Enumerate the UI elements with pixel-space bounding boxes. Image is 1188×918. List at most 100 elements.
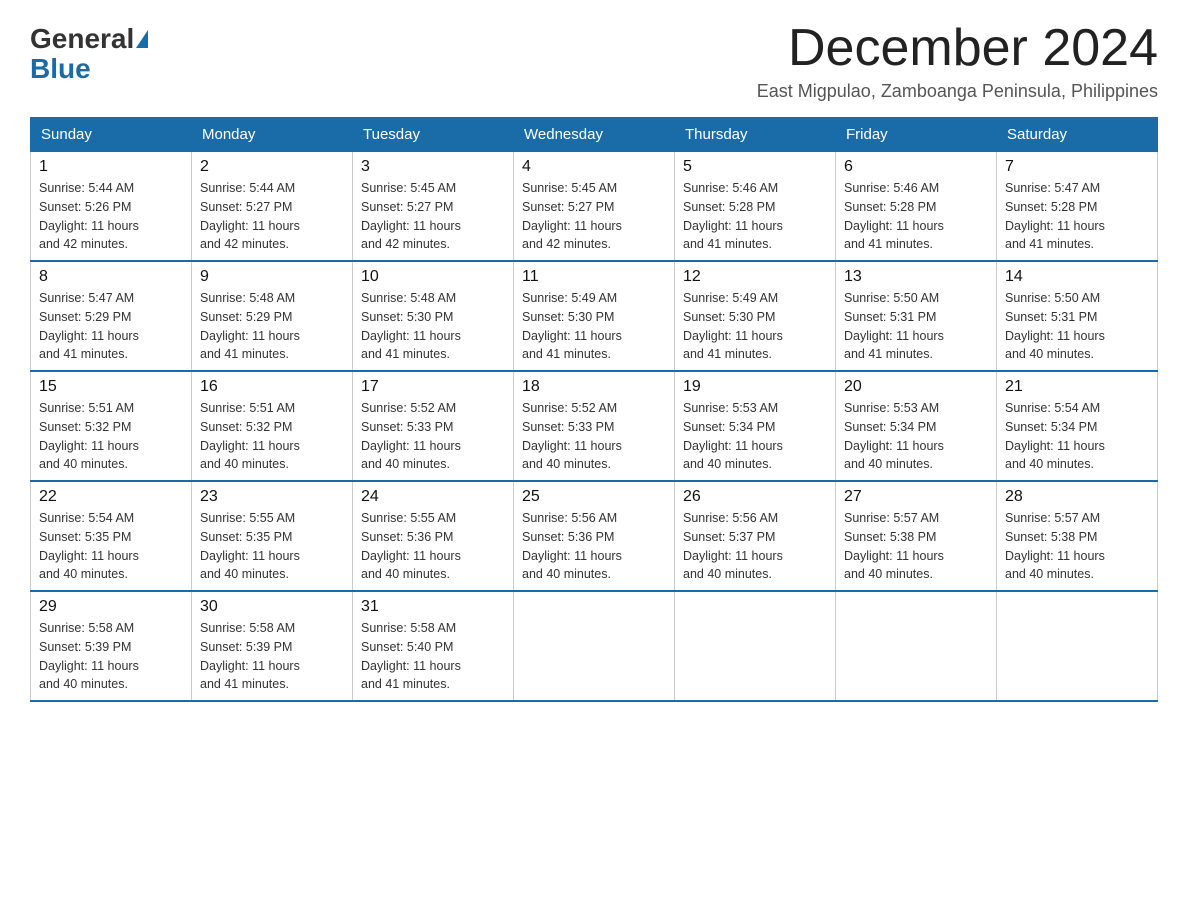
weekday-header-wednesday: Wednesday [514, 118, 675, 152]
calendar-cell: 4 Sunrise: 5:45 AMSunset: 5:27 PMDayligh… [514, 152, 675, 262]
weekday-header-row: SundayMondayTuesdayWednesdayThursdayFrid… [31, 118, 1158, 152]
day-info: Sunrise: 5:55 AMSunset: 5:35 PMDaylight:… [200, 511, 300, 581]
day-info: Sunrise: 5:45 AMSunset: 5:27 PMDaylight:… [361, 181, 461, 251]
day-number: 28 [1005, 488, 1149, 506]
day-number: 29 [39, 598, 183, 616]
calendar-cell: 29 Sunrise: 5:58 AMSunset: 5:39 PMDaylig… [31, 591, 192, 701]
calendar-week-row: 8 Sunrise: 5:47 AMSunset: 5:29 PMDayligh… [31, 261, 1158, 371]
calendar-cell: 2 Sunrise: 5:44 AMSunset: 5:27 PMDayligh… [192, 152, 353, 262]
calendar-cell: 30 Sunrise: 5:58 AMSunset: 5:39 PMDaylig… [192, 591, 353, 701]
calendar-cell [514, 591, 675, 701]
weekday-header-tuesday: Tuesday [353, 118, 514, 152]
day-number: 26 [683, 488, 827, 506]
day-number: 11 [522, 268, 666, 286]
day-number: 22 [39, 488, 183, 506]
calendar-week-row: 15 Sunrise: 5:51 AMSunset: 5:32 PMDaylig… [31, 371, 1158, 481]
day-number: 19 [683, 378, 827, 396]
day-info: Sunrise: 5:58 AMSunset: 5:40 PMDaylight:… [361, 621, 461, 691]
calendar-cell: 17 Sunrise: 5:52 AMSunset: 5:33 PMDaylig… [353, 371, 514, 481]
calendar-cell [997, 591, 1158, 701]
day-number: 21 [1005, 378, 1149, 396]
day-info: Sunrise: 5:56 AMSunset: 5:37 PMDaylight:… [683, 511, 783, 581]
day-info: Sunrise: 5:54 AMSunset: 5:34 PMDaylight:… [1005, 401, 1105, 471]
day-info: Sunrise: 5:48 AMSunset: 5:30 PMDaylight:… [361, 291, 461, 361]
calendar-cell: 11 Sunrise: 5:49 AMSunset: 5:30 PMDaylig… [514, 261, 675, 371]
day-number: 12 [683, 268, 827, 286]
day-info: Sunrise: 5:50 AMSunset: 5:31 PMDaylight:… [1005, 291, 1105, 361]
calendar-cell: 25 Sunrise: 5:56 AMSunset: 5:36 PMDaylig… [514, 481, 675, 591]
calendar-cell: 3 Sunrise: 5:45 AMSunset: 5:27 PMDayligh… [353, 152, 514, 262]
calendar-cell: 21 Sunrise: 5:54 AMSunset: 5:34 PMDaylig… [997, 371, 1158, 481]
day-number: 6 [844, 158, 988, 176]
calendar-cell: 7 Sunrise: 5:47 AMSunset: 5:28 PMDayligh… [997, 152, 1158, 262]
day-number: 18 [522, 378, 666, 396]
day-info: Sunrise: 5:49 AMSunset: 5:30 PMDaylight:… [522, 291, 622, 361]
day-number: 10 [361, 268, 505, 286]
day-info: Sunrise: 5:51 AMSunset: 5:32 PMDaylight:… [200, 401, 300, 471]
weekday-header-sunday: Sunday [31, 118, 192, 152]
day-info: Sunrise: 5:48 AMSunset: 5:29 PMDaylight:… [200, 291, 300, 361]
weekday-header-thursday: Thursday [675, 118, 836, 152]
day-info: Sunrise: 5:54 AMSunset: 5:35 PMDaylight:… [39, 511, 139, 581]
day-number: 4 [522, 158, 666, 176]
logo-general-text: General [30, 25, 134, 53]
calendar-cell: 10 Sunrise: 5:48 AMSunset: 5:30 PMDaylig… [353, 261, 514, 371]
calendar-cell: 18 Sunrise: 5:52 AMSunset: 5:33 PMDaylig… [514, 371, 675, 481]
day-number: 20 [844, 378, 988, 396]
day-info: Sunrise: 5:53 AMSunset: 5:34 PMDaylight:… [683, 401, 783, 471]
day-info: Sunrise: 5:56 AMSunset: 5:36 PMDaylight:… [522, 511, 622, 581]
day-info: Sunrise: 5:45 AMSunset: 5:27 PMDaylight:… [522, 181, 622, 251]
calendar-cell: 9 Sunrise: 5:48 AMSunset: 5:29 PMDayligh… [192, 261, 353, 371]
logo: General Blue [30, 20, 148, 83]
month-title: December 2024 [757, 20, 1158, 77]
day-number: 27 [844, 488, 988, 506]
day-number: 3 [361, 158, 505, 176]
calendar-cell: 1 Sunrise: 5:44 AMSunset: 5:26 PMDayligh… [31, 152, 192, 262]
day-number: 8 [39, 268, 183, 286]
day-number: 30 [200, 598, 344, 616]
day-number: 1 [39, 158, 183, 176]
calendar-cell: 5 Sunrise: 5:46 AMSunset: 5:28 PMDayligh… [675, 152, 836, 262]
calendar-cell: 20 Sunrise: 5:53 AMSunset: 5:34 PMDaylig… [836, 371, 997, 481]
day-info: Sunrise: 5:53 AMSunset: 5:34 PMDaylight:… [844, 401, 944, 471]
calendar-cell [675, 591, 836, 701]
day-number: 16 [200, 378, 344, 396]
day-info: Sunrise: 5:46 AMSunset: 5:28 PMDaylight:… [844, 181, 944, 251]
day-info: Sunrise: 5:52 AMSunset: 5:33 PMDaylight:… [361, 401, 461, 471]
calendar-cell [836, 591, 997, 701]
calendar-cell: 26 Sunrise: 5:56 AMSunset: 5:37 PMDaylig… [675, 481, 836, 591]
calendar-table: SundayMondayTuesdayWednesdayThursdayFrid… [30, 117, 1158, 702]
day-number: 14 [1005, 268, 1149, 286]
calendar-cell: 22 Sunrise: 5:54 AMSunset: 5:35 PMDaylig… [31, 481, 192, 591]
day-info: Sunrise: 5:58 AMSunset: 5:39 PMDaylight:… [200, 621, 300, 691]
calendar-cell: 14 Sunrise: 5:50 AMSunset: 5:31 PMDaylig… [997, 261, 1158, 371]
logo-arrow-icon [136, 30, 148, 48]
calendar-cell: 8 Sunrise: 5:47 AMSunset: 5:29 PMDayligh… [31, 261, 192, 371]
calendar-cell: 13 Sunrise: 5:50 AMSunset: 5:31 PMDaylig… [836, 261, 997, 371]
weekday-header-saturday: Saturday [997, 118, 1158, 152]
day-info: Sunrise: 5:58 AMSunset: 5:39 PMDaylight:… [39, 621, 139, 691]
day-number: 7 [1005, 158, 1149, 176]
calendar-cell: 12 Sunrise: 5:49 AMSunset: 5:30 PMDaylig… [675, 261, 836, 371]
day-info: Sunrise: 5:57 AMSunset: 5:38 PMDaylight:… [844, 511, 944, 581]
weekday-header-friday: Friday [836, 118, 997, 152]
day-number: 24 [361, 488, 505, 506]
day-info: Sunrise: 5:44 AMSunset: 5:26 PMDaylight:… [39, 181, 139, 251]
calendar-cell: 28 Sunrise: 5:57 AMSunset: 5:38 PMDaylig… [997, 481, 1158, 591]
day-info: Sunrise: 5:51 AMSunset: 5:32 PMDaylight:… [39, 401, 139, 471]
calendar-week-row: 1 Sunrise: 5:44 AMSunset: 5:26 PMDayligh… [31, 152, 1158, 262]
day-number: 13 [844, 268, 988, 286]
day-number: 23 [200, 488, 344, 506]
day-number: 31 [361, 598, 505, 616]
page-header: General Blue December 2024 East Migpulao… [30, 20, 1158, 102]
calendar-cell: 31 Sunrise: 5:58 AMSunset: 5:40 PMDaylig… [353, 591, 514, 701]
logo-blue-text: Blue [30, 55, 91, 83]
day-info: Sunrise: 5:52 AMSunset: 5:33 PMDaylight:… [522, 401, 622, 471]
day-number: 2 [200, 158, 344, 176]
weekday-header-monday: Monday [192, 118, 353, 152]
calendar-cell: 19 Sunrise: 5:53 AMSunset: 5:34 PMDaylig… [675, 371, 836, 481]
title-section: December 2024 East Migpulao, Zamboanga P… [757, 20, 1158, 102]
day-number: 25 [522, 488, 666, 506]
calendar-cell: 6 Sunrise: 5:46 AMSunset: 5:28 PMDayligh… [836, 152, 997, 262]
day-info: Sunrise: 5:50 AMSunset: 5:31 PMDaylight:… [844, 291, 944, 361]
